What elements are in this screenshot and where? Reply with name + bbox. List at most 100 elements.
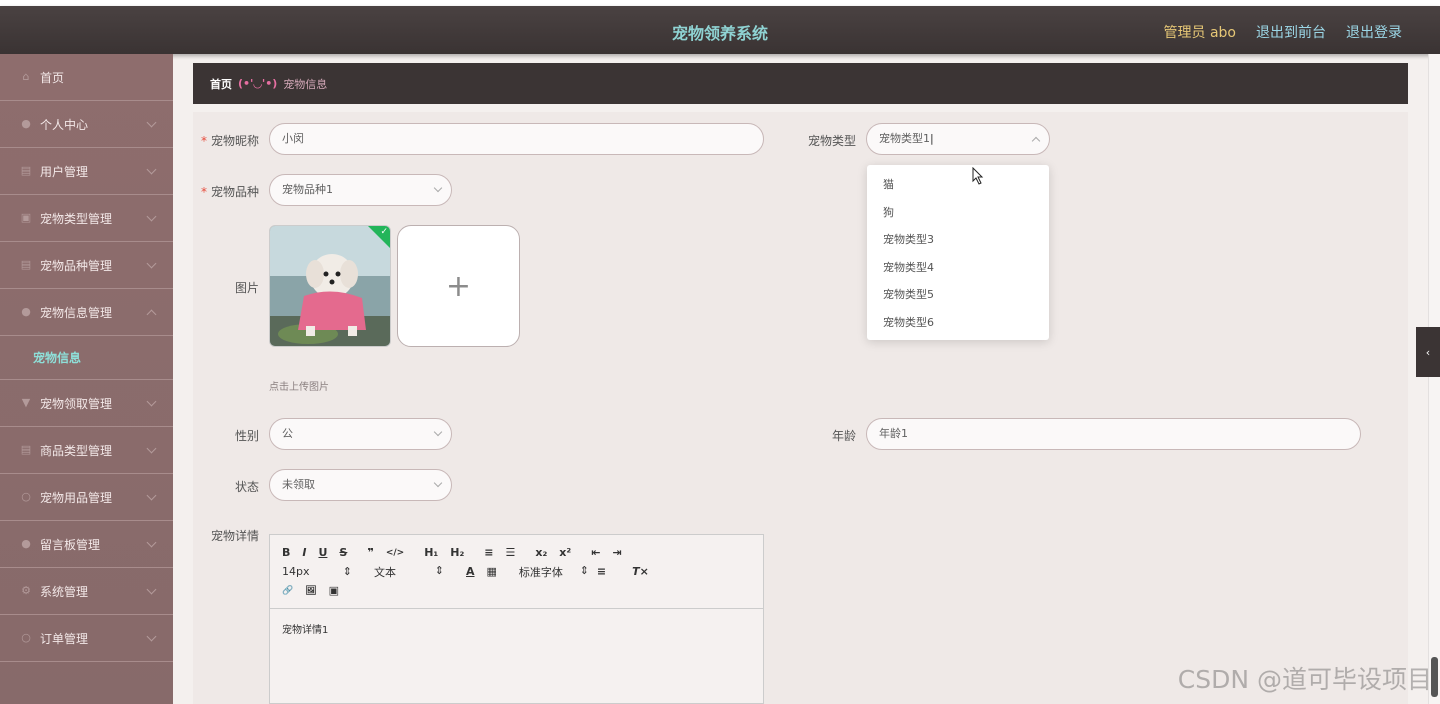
sidebar-item-users[interactable]: ▤ 用户管理 xyxy=(0,148,173,195)
chevron-down-icon xyxy=(433,183,443,193)
image-icon[interactable]: 🖼 xyxy=(305,586,316,596)
italic-button[interactable]: I xyxy=(302,546,306,559)
indent-button[interactable]: ⇥ xyxy=(612,546,621,559)
chevron-down-icon xyxy=(146,584,157,595)
video-icon[interactable]: ▣ xyxy=(329,584,339,597)
dropdown-option[interactable]: 宠物类型4 xyxy=(867,254,1049,282)
sidebar-item-label: 系统管理 xyxy=(40,584,89,599)
updown-icon: ⇕ xyxy=(579,563,589,577)
upload-image-button[interactable]: + xyxy=(397,225,520,347)
pin-icon: ▼ xyxy=(21,396,31,409)
breadcrumb-home[interactable]: 首页 xyxy=(210,76,232,92)
sidebar-item-label: 宠物用品管理 xyxy=(40,490,113,505)
breadcrumb: 首页 (•'◡'•) 宠物信息 xyxy=(193,63,1408,104)
sidebar-item-label: 留言板管理 xyxy=(40,537,101,552)
sidebar-item-messages[interactable]: ● 留言板管理 xyxy=(0,521,173,568)
list-icon: ▣ xyxy=(20,211,32,224)
toolbar-row-pickers: 14px ⇕ 文本 ⇕ A ▦ 标准字体 ⇕ ≡ T× xyxy=(282,562,751,581)
sidebar-item-label: 宠物信息管理 xyxy=(40,305,113,320)
age-label: 年龄 xyxy=(831,429,856,443)
text-type-picker[interactable]: 文本 ⇕ xyxy=(374,564,444,580)
sidebar-item-system[interactable]: ⚙ 系统管理 xyxy=(0,568,173,615)
h2-button[interactable]: H₂ xyxy=(450,546,464,559)
editor-toolbar: B I U S ❞ </> H₁ H₂ ≡ ☰ x₂ x² ⇤ ⇥ 14px ⇕ … xyxy=(270,535,763,609)
gear-icon: ⚙ xyxy=(21,584,31,597)
sidebar: ⌂ 首页 ● 个人中心 ▤ 用户管理 ▣ 宠物类型管理 ▤ 宠物品种管理 ● 宠物信息管理 … xyxy=(0,54,173,704)
link-icon[interactable]: 🔗 xyxy=(282,586,293,596)
type-select[interactable]: 宠物类型1| xyxy=(866,123,1050,155)
dropdown-option[interactable]: 宠物类型3 xyxy=(867,226,1049,254)
outdent-button[interactable]: ⇤ xyxy=(591,546,600,559)
collapse-panel-button[interactable]: ‹ xyxy=(1416,327,1440,377)
user-icon: ● xyxy=(21,305,31,318)
sidebar-item-goods-types[interactable]: ▤ 商品类型管理 xyxy=(0,427,173,474)
watermark: CSDN @道可毕设项目 xyxy=(1177,665,1432,694)
status-select[interactable]: 未领取 xyxy=(269,469,452,501)
sidebar-item-home[interactable]: ⌂ 首页 xyxy=(0,54,173,101)
dropdown-option[interactable]: 宠物类型6 xyxy=(867,309,1049,337)
check-icon: ✓ xyxy=(380,227,388,237)
info-icon: ○ xyxy=(21,631,31,644)
bullet-list-button[interactable]: ☰ xyxy=(505,546,515,559)
frontend-link[interactable]: 退出到前台 xyxy=(1256,22,1326,42)
strike-button[interactable]: S xyxy=(339,546,347,559)
dropdown-option[interactable]: 狗 xyxy=(867,199,1049,227)
code-button[interactable]: </> xyxy=(386,548,404,558)
sidebar-item-pet-breeds[interactable]: ▤ 宠物品种管理 xyxy=(0,242,173,289)
blockquote-button[interactable]: ❞ xyxy=(367,546,373,559)
font-size-picker[interactable]: 14px ⇕ xyxy=(282,565,352,578)
logout-link[interactable]: 退出登录 xyxy=(1346,22,1402,42)
breed-select[interactable]: 宠物品种1 xyxy=(269,174,452,206)
header-actions: 管理员 abo 退出到前台 退出登录 xyxy=(1164,22,1402,42)
superscript-button[interactable]: x² xyxy=(559,546,571,559)
editor-content[interactable]: 宠物详情1 xyxy=(270,609,763,648)
h1-button[interactable]: H₁ xyxy=(424,546,438,559)
sidebar-item-orders[interactable]: ○ 订单管理 xyxy=(0,615,173,662)
sidebar-subitem-pet-info[interactable]: 宠物信息 xyxy=(0,336,173,380)
chevron-up-icon xyxy=(146,309,157,320)
align-icon[interactable]: ≡ xyxy=(597,565,606,578)
sidebar-item-label: 宠物品种管理 xyxy=(40,258,113,273)
sidebar-item-adoption[interactable]: ▼ 宠物领取管理 xyxy=(0,380,173,427)
status-label: 状态 xyxy=(234,480,259,494)
dropdown-option[interactable]: 宠物类型5 xyxy=(867,281,1049,309)
gender-select[interactable]: 公 xyxy=(269,418,452,450)
nickname-label: * 宠物昵称 xyxy=(200,134,259,148)
list-icon: ▤ xyxy=(20,443,32,456)
clear-format-icon[interactable]: T× xyxy=(632,565,649,578)
updown-icon: ⇕ xyxy=(342,565,352,578)
sidebar-item-label: 首页 xyxy=(40,70,65,85)
age-input[interactable]: 年龄1 xyxy=(866,418,1361,450)
page-scrollbar[interactable] xyxy=(1428,54,1440,704)
sidebar-item-pet-supplies[interactable]: ○ 宠物用品管理 xyxy=(0,474,173,521)
font-color-icon[interactable]: A xyxy=(466,565,475,578)
list-icon: ▤ xyxy=(20,258,32,271)
sidebar-item-pet-types[interactable]: ▣ 宠物类型管理 xyxy=(0,195,173,242)
chevron-down-icon xyxy=(433,427,443,437)
chevron-down-icon xyxy=(433,478,443,488)
chevron-down-icon xyxy=(146,537,157,548)
gender-label: 性别 xyxy=(234,429,259,443)
sidebar-item-pet-info[interactable]: ● 宠物信息管理 xyxy=(0,289,173,336)
dropdown-option[interactable]: 猫 xyxy=(867,171,1049,199)
sidebar-item-personal[interactable]: ● 个人中心 xyxy=(0,101,173,148)
updown-icon: ⇕ xyxy=(434,563,444,577)
bold-button[interactable]: B xyxy=(282,546,290,559)
pet-image-thumbnail[interactable]: ✓ xyxy=(269,225,391,347)
underline-button[interactable]: U xyxy=(318,546,327,559)
chevron-down-icon xyxy=(146,258,157,269)
chevron-down-icon xyxy=(146,443,157,454)
plus-icon: + xyxy=(445,268,472,304)
background-color-icon[interactable]: ▦ xyxy=(487,565,497,578)
chevron-down-icon xyxy=(146,117,157,128)
scrollbar-thumb[interactable] xyxy=(1431,657,1438,697)
chevron-down-icon xyxy=(146,211,157,222)
breadcrumb-current: 宠物信息 xyxy=(283,77,328,91)
header: 宠物领养系统 管理员 abo 退出到前台 退出登录 xyxy=(0,6,1440,54)
ordered-list-button[interactable]: ≡ xyxy=(484,546,493,559)
nickname-input[interactable]: 小闵 xyxy=(269,123,764,155)
rich-text-editor: B I U S ❞ </> H₁ H₂ ≡ ☰ x₂ x² ⇤ ⇥ 14px ⇕ … xyxy=(269,534,764,704)
subscript-button[interactable]: x₂ xyxy=(535,546,547,559)
info-icon: ○ xyxy=(21,490,31,503)
font-family-picker[interactable]: 标准字体 ⇕ xyxy=(519,564,589,580)
